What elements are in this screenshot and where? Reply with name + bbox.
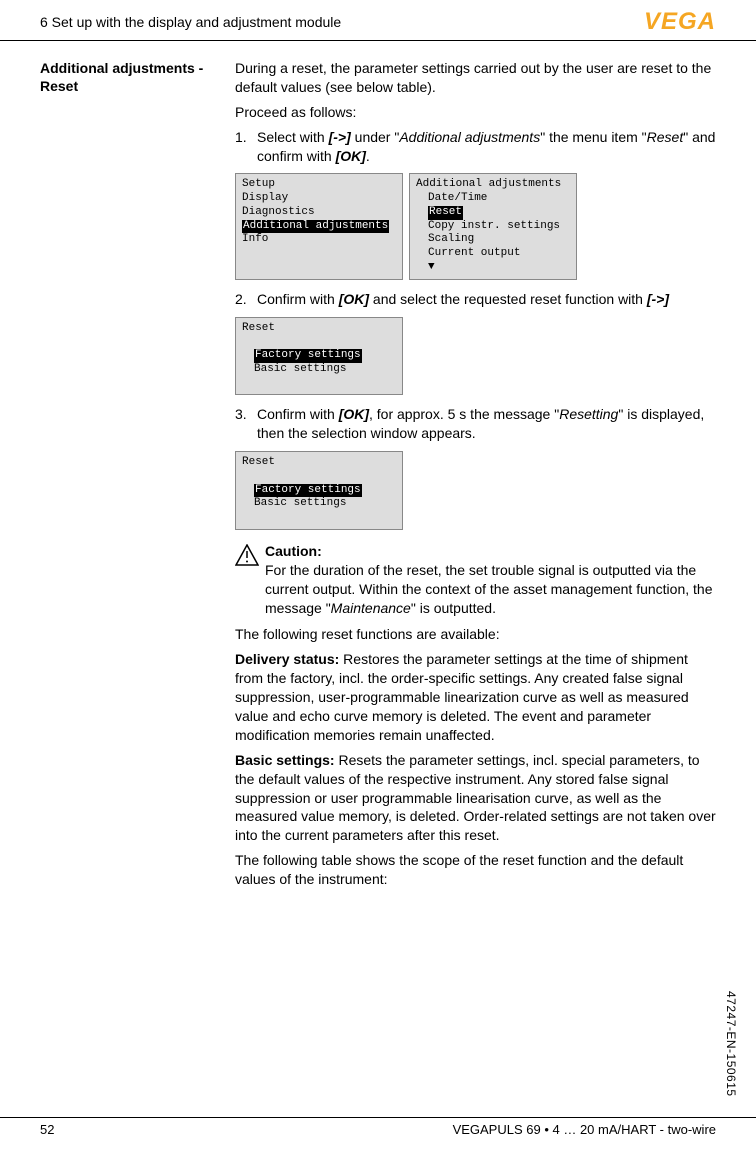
- scroll-down-icon: ▼: [416, 261, 570, 275]
- selected-item: Reset: [428, 206, 463, 220]
- selected-item: Factory settings: [254, 349, 362, 363]
- page-number: 52: [40, 1122, 54, 1137]
- sidebar: Additional adjustments - Reset: [40, 59, 235, 895]
- step-1: 1. Select with [->] under "Additional ad…: [235, 128, 716, 166]
- step-number: 1.: [235, 128, 257, 166]
- step-text: Confirm with [OK] and select the request…: [257, 290, 716, 309]
- step-text: Select with [->] under "Additional adjus…: [257, 128, 716, 166]
- key-ok: [OK]: [339, 291, 369, 307]
- delivery-status-paragraph: Delivery status: Restores the parameter …: [235, 650, 716, 744]
- document-id-vertical: 47247-EN-150615: [724, 991, 738, 1097]
- basic-settings-label: Basic settings:: [235, 752, 335, 768]
- step-2: 2. Confirm with [OK] and select the requ…: [235, 290, 716, 309]
- step-text: Confirm with [OK], for approx. 5 s the m…: [257, 405, 716, 443]
- step-number: 2.: [235, 290, 257, 309]
- delivery-status-label: Delivery status:: [235, 651, 339, 667]
- step-list: 1. Select with [->] under "Additional ad…: [235, 128, 716, 166]
- sidebar-heading: Additional adjustments - Reset: [40, 59, 235, 95]
- functions-intro: The following reset functions are availa…: [235, 625, 716, 644]
- basic-settings-paragraph: Basic settings: Resets the parameter set…: [235, 751, 716, 845]
- key-ok: [OK]: [336, 148, 366, 164]
- selected-item: Additional adjustments: [242, 220, 389, 234]
- key-arrow: [->]: [647, 291, 669, 307]
- lcd-reset-menu: Reset Factory settings Basic settings: [235, 317, 403, 396]
- lcd-reset-confirm: Reset Factory settings Basic settings: [235, 451, 403, 530]
- key-ok: [OK]: [339, 406, 369, 422]
- brand-logo: VEGA: [644, 8, 716, 36]
- step-list: 3. Confirm with [OK], for approx. 5 s th…: [235, 405, 716, 443]
- screenshot-row-1: Setup Display Diagnostics Additional adj…: [235, 173, 716, 279]
- chapter-title: 6 Set up with the display and adjustment…: [40, 14, 341, 30]
- logo-text: VEGA: [644, 8, 716, 36]
- step-list: 2. Confirm with [OK] and select the requ…: [235, 290, 716, 309]
- screenshot-row-2: Reset Factory settings Basic settings: [235, 317, 716, 396]
- product-line: VEGAPULS 69 • 4 … 20 mA/HART - two-wire: [453, 1122, 716, 1137]
- lcd-menu-main: Setup Display Diagnostics Additional adj…: [235, 173, 403, 279]
- intro-paragraph-2: Proceed as follows:: [235, 103, 716, 122]
- page-content: Additional adjustments - Reset During a …: [0, 41, 756, 895]
- step-3: 3. Confirm with [OK], for approx. 5 s th…: [235, 405, 716, 443]
- selected-item: Factory settings: [254, 484, 362, 498]
- caution-block: Caution: For the duration of the reset, …: [235, 542, 716, 618]
- main-column: During a reset, the parameter settings c…: [235, 59, 716, 895]
- table-intro: The following table shows the scope of t…: [235, 851, 716, 889]
- key-arrow: [->]: [329, 129, 351, 145]
- intro-paragraph-1: During a reset, the parameter settings c…: [235, 59, 716, 97]
- page-footer: 52 VEGAPULS 69 • 4 … 20 mA/HART - two-wi…: [0, 1117, 756, 1137]
- screenshot-row-3: Reset Factory settings Basic settings: [235, 451, 716, 530]
- caution-label: Caution:: [265, 543, 322, 559]
- lcd-menu-additional: Additional adjustments Date/Time Reset C…: [409, 173, 577, 279]
- step-number: 3.: [235, 405, 257, 443]
- caution-body: Caution: For the duration of the reset, …: [265, 542, 716, 618]
- caution-icon: [235, 542, 265, 618]
- page-header: 6 Set up with the display and adjustment…: [0, 0, 756, 41]
